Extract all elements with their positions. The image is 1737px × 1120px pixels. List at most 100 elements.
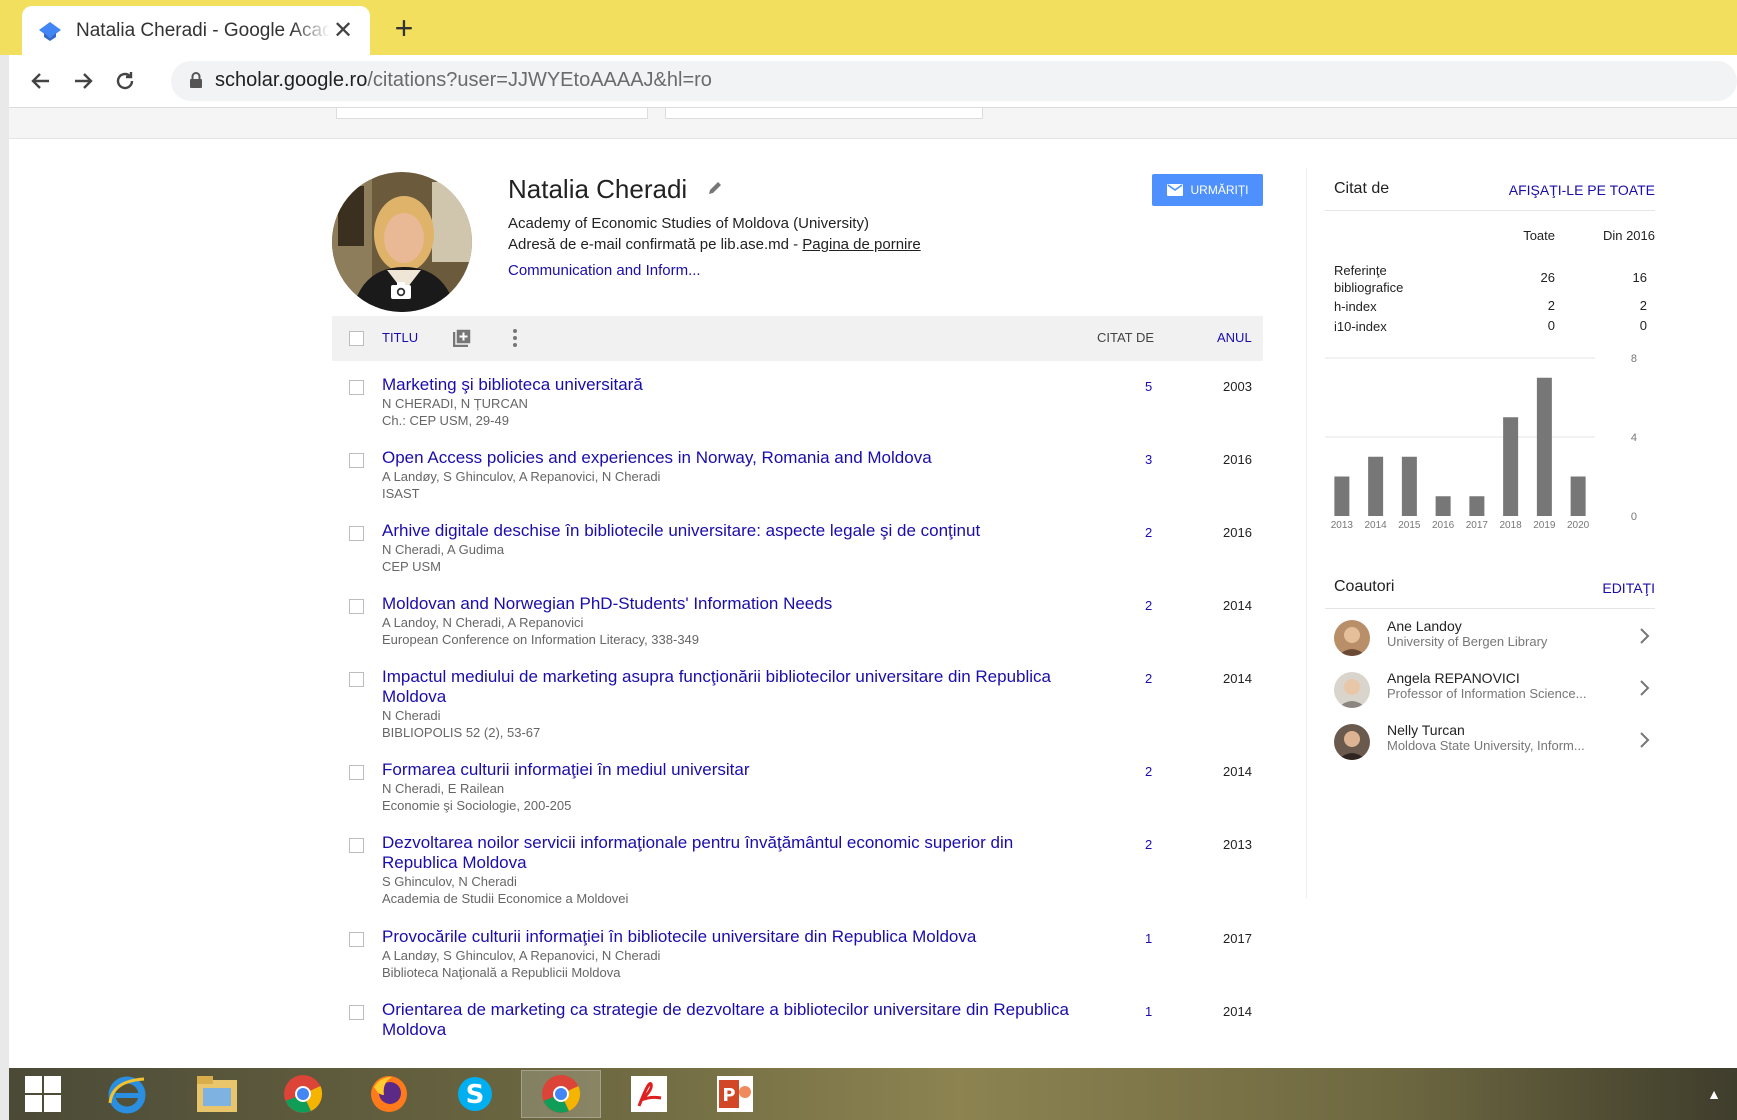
chart-bar (1334, 476, 1350, 516)
reload-button[interactable] (109, 65, 141, 97)
article-year: 2014 (1223, 764, 1252, 779)
sort-by-title[interactable]: TITLU (382, 330, 418, 345)
row-checkbox[interactable] (349, 765, 364, 780)
coauthor-item[interactable]: Nelly Turcan Moldova State University, I… (1325, 720, 1655, 768)
taskbar-chrome[interactable] (263, 1070, 343, 1118)
tab-close-icon[interactable]: ✕ (330, 16, 356, 45)
taskbar-powerpoint[interactable]: P (695, 1070, 775, 1118)
article-cited-count[interactable]: 2 (1145, 837, 1152, 852)
row-checkbox[interactable] (349, 1005, 364, 1020)
arrow-left-icon (31, 73, 49, 89)
browser-tab-scholar[interactable]: Natalia Cheradi - Google Academic ✕ (22, 6, 370, 55)
camera-icon[interactable] (390, 280, 412, 300)
coauthor-avatar (1334, 620, 1370, 656)
row-checkbox[interactable] (349, 838, 364, 853)
article-cited-count[interactable]: 5 (1145, 379, 1152, 394)
metric-all: 0 (1547, 318, 1555, 333)
homepage-link[interactable]: Pagina de pornire (802, 236, 920, 253)
add-article-icon[interactable] (452, 328, 472, 348)
article-title[interactable]: Arhive digitale deschise în bibliotecile… (382, 521, 980, 540)
metric-label[interactable]: h-index (1334, 298, 1377, 315)
coauthor-item[interactable]: Ane Landoy University of Bergen Library (1325, 616, 1655, 664)
taskbar-acrobat[interactable] (609, 1070, 689, 1118)
top-strip (9, 108, 1737, 139)
chrome-icon (542, 1075, 581, 1113)
sort-by-cited[interactable]: CITAT DE (1097, 330, 1154, 345)
article-title[interactable]: Formarea culturii informaţiei în mediul … (382, 760, 750, 779)
windows-taskbar: S P ▲ (9, 1068, 1737, 1120)
row-checkbox[interactable] (349, 599, 364, 614)
taskbar-internet-explorer[interactable] (87, 1070, 167, 1118)
row-checkbox[interactable] (349, 932, 364, 947)
article-authors: A Landøy, S Ghinculov, A Repanovici, N C… (382, 948, 661, 963)
taskbar-chrome-active[interactable] (521, 1070, 601, 1118)
url-text: scholar.google.ro/citations?user=JJWYEto… (215, 69, 712, 92)
metric-label[interactable]: Referinţe bibliografice (1334, 262, 1434, 296)
article-venue: Ch.: CEP USM, 29-49 (382, 413, 509, 428)
windows-start-button[interactable] (15, 1070, 71, 1118)
taskbar-skype[interactable]: S (435, 1070, 515, 1118)
coauthors-edit-link[interactable]: EDITAŢI (1602, 580, 1655, 596)
taskbar-file-explorer[interactable] (177, 1070, 257, 1118)
coauthor-item[interactable]: Angela REPANOVICI Professor of Informati… (1325, 668, 1655, 716)
article-cited-count[interactable]: 1 (1145, 931, 1152, 946)
arrow-right-icon (75, 73, 93, 89)
forward-button[interactable] (67, 65, 99, 97)
row-checkbox[interactable] (349, 526, 364, 541)
article-title[interactable]: Dezvoltarea noilor servicii informaţiona… (382, 833, 1013, 872)
article-title[interactable]: Provocările culturii informaţiei în bibl… (382, 927, 976, 946)
article-title[interactable]: Marketing şi biblioteca universitară (382, 375, 643, 394)
article-title[interactable]: Orientarea de marketing ca strategie de … (382, 1000, 1069, 1039)
show-all-link[interactable]: AFIŞAŢI-LE PE TOATE (1509, 182, 1655, 198)
table-row: Moldovan and Norwegian PhD-Students' Inf… (332, 580, 1263, 653)
article-cited-count[interactable]: 2 (1145, 598, 1152, 613)
coauthor-name: Ane Landoy (1387, 618, 1462, 634)
interest-link[interactable]: Communication and Inform... (508, 262, 701, 279)
windows-logo-icon (25, 1076, 61, 1112)
profile-avatar[interactable] (332, 172, 472, 312)
article-venue: ISAST (382, 486, 420, 501)
follow-button[interactable]: URMĂRIȚI (1152, 174, 1263, 206)
metric-since: 0 (1639, 318, 1647, 333)
select-all-checkbox[interactable] (349, 331, 364, 346)
new-tab-button[interactable]: + (388, 12, 420, 44)
article-authors: N CHERADI, N ȚURCAN (382, 396, 528, 411)
metric-label[interactable]: i10-index (1334, 318, 1387, 335)
article-authors: N Cheradi, E Railean (382, 781, 505, 796)
article-cited-count[interactable]: 1 (1145, 1004, 1152, 1019)
table-row: Provocările culturii informaţiei în bibl… (332, 913, 1263, 986)
profile-affiliation: Academy of Economic Studies of Moldova (… (508, 215, 869, 232)
back-button[interactable] (25, 65, 57, 97)
article-year: 2014 (1223, 1004, 1252, 1019)
article-title[interactable]: Moldovan and Norwegian PhD-Students' Inf… (382, 594, 832, 613)
article-cited-count[interactable]: 3 (1145, 452, 1152, 467)
divider (1325, 210, 1655, 211)
tray-expand-icon[interactable]: ▲ (1707, 1086, 1721, 1102)
metric-since: 16 (1632, 270, 1647, 285)
row-checkbox[interactable] (349, 380, 364, 395)
address-bar[interactable]: scholar.google.ro/citations?user=JJWYEto… (171, 61, 1737, 101)
article-year: 2017 (1223, 931, 1252, 946)
chart-bar (1469, 496, 1485, 516)
article-cited-count[interactable]: 2 (1145, 764, 1152, 779)
chart-bar (1536, 377, 1552, 516)
article-title[interactable]: Impactul mediului de marketing asupra fu… (382, 667, 1051, 706)
y-tick-label: 0 (1631, 511, 1637, 523)
strip-box (665, 108, 983, 119)
coauthor-avatar (1334, 724, 1370, 760)
article-cited-count[interactable]: 2 (1145, 671, 1152, 686)
table-row: Arhive digitale deschise în bibliotecile… (332, 507, 1263, 580)
row-checkbox[interactable] (349, 453, 364, 468)
mail-icon (1166, 184, 1183, 196)
chevron-right-icon (1640, 680, 1650, 696)
firefox-icon (371, 1076, 407, 1112)
pencil-icon[interactable] (707, 180, 723, 196)
row-checkbox[interactable] (349, 672, 364, 687)
article-cited-count[interactable]: 2 (1145, 525, 1152, 540)
article-authors: N Cheradi (382, 708, 441, 723)
taskbar-firefox[interactable] (349, 1070, 429, 1118)
sort-by-year[interactable]: ANUL (1217, 330, 1252, 345)
more-vert-icon[interactable] (512, 328, 518, 348)
article-title[interactable]: Open Access policies and experiences in … (382, 448, 932, 467)
chevron-right-icon (1640, 732, 1650, 748)
